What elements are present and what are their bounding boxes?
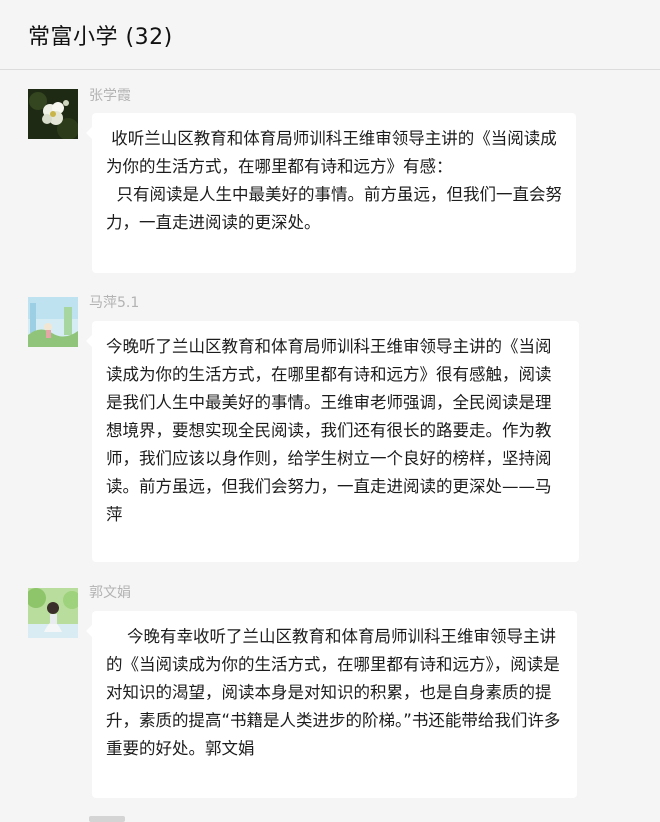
sender-name: 张学霞 xyxy=(89,88,131,104)
message-bubble[interactable]: 收听兰山区教育和体育局师训科王维审领导主讲的《当阅读成为你的生活方式，在哪里都有… xyxy=(86,113,576,273)
chat-title: 常富小学 (32) xyxy=(28,24,173,50)
sender-name: 郭文娟 xyxy=(89,585,131,601)
message-bubble[interactable]: 今晚有幸收听了兰山区教育和体育局师训科王维审领导主讲的《当阅读成为你的生活方式，… xyxy=(86,611,577,798)
next-sender-name-partial xyxy=(89,816,125,822)
chat-header: 常富小学 (32) xyxy=(0,0,660,70)
sender-name: 马萍5.1 xyxy=(89,295,140,311)
message-bubble[interactable]: 今晚听了兰山区教育和体育局师训科王维审领导主讲的《当阅读成为你的生活方式，在哪里… xyxy=(86,321,579,562)
person-photo-icon[interactable] xyxy=(28,588,78,638)
flower-photo-icon[interactable] xyxy=(28,89,78,139)
message-list[interactable]: 张学霞 收听兰山区教育和体育局师训科王维审领导主讲的《当阅读成为你的生活方式，在… xyxy=(0,70,660,822)
landscape-photo-icon[interactable] xyxy=(28,297,78,347)
